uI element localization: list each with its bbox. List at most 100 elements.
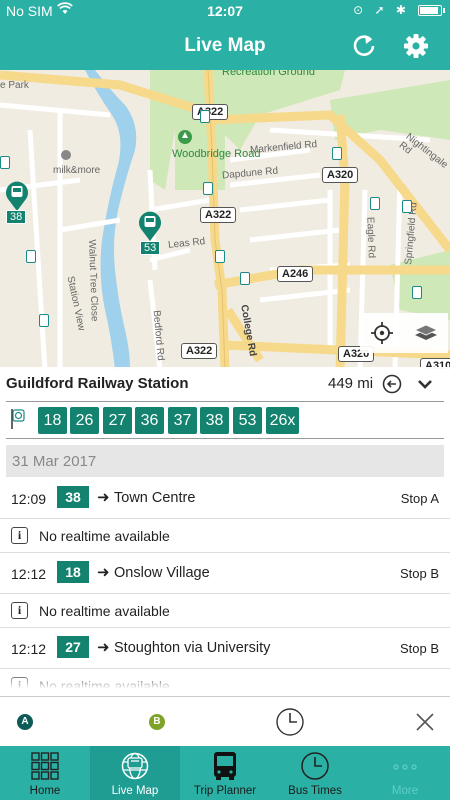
panel-fade — [0, 672, 450, 696]
departure-row[interactable]: 12:09 38 ➜ Town Centre Stop A — [0, 480, 450, 518]
departure-destination: Town Centre — [114, 490, 196, 506]
page-title: Live Map — [184, 35, 266, 56]
tab-trip-planner[interactable]: Trip Planner — [180, 746, 270, 800]
stop-name: Guildford Railway Station — [6, 375, 189, 392]
park-icon — [178, 130, 192, 144]
info-icon: i — [11, 527, 28, 544]
gear-icon[interactable] — [402, 32, 430, 60]
departure-row[interactable]: 12:12 18 ➜ Onslow Village Stop B — [0, 555, 450, 593]
departure-stop: Stop B — [399, 566, 439, 581]
tab-live-map[interactable]: Live Map — [90, 746, 180, 800]
realtime-info-row: i No realtime available — [0, 594, 450, 628]
route-badge[interactable]: 18 — [38, 407, 67, 434]
bus-stop-icon[interactable] — [203, 182, 213, 195]
realtime-message: No realtime available — [39, 528, 170, 544]
stop-routes-row: 18 26 27 36 37 38 53 26x — [6, 401, 444, 439]
route-badge[interactable]: 36 — [135, 407, 164, 434]
bus-stop-icon[interactable] — [240, 272, 250, 285]
globe-map-icon — [121, 752, 149, 780]
nav-bar: Live Map — [0, 22, 450, 70]
more-dots-icon — [393, 764, 417, 770]
bus-pin-icon[interactable] — [4, 180, 30, 212]
origin-a-marker[interactable]: A — [17, 714, 33, 730]
layers-icon — [414, 324, 438, 340]
info-icon: i — [11, 602, 28, 619]
arrow-right-icon: ➜ — [97, 564, 110, 581]
battery-icon — [418, 5, 445, 16]
arrow-right-icon: ➜ — [97, 489, 110, 506]
bus-icon — [214, 752, 236, 780]
departure-time: 12:12 — [11, 641, 47, 657]
bus-stop-icon[interactable] — [370, 197, 380, 210]
tab-home[interactable]: Home — [0, 746, 90, 800]
departure-destination: Onslow Village — [114, 565, 210, 581]
grid-icon — [31, 752, 59, 780]
shop-icon — [61, 150, 71, 160]
road-shield-a322: A322 — [192, 104, 229, 120]
stop-header[interactable]: Guildford Railway Station 449 mi — [0, 367, 450, 401]
departure-stop: Stop B — [399, 641, 439, 656]
route-badge[interactable]: 26x — [266, 407, 299, 434]
tab-label: Trip Planner — [193, 785, 257, 797]
tab-more[interactable]: More — [360, 746, 450, 800]
clock-icon — [301, 752, 329, 780]
road-shield-a320: A320 — [322, 167, 359, 183]
tab-label: Bus Times — [288, 785, 342, 797]
bus-stop-icon[interactable] — [412, 286, 422, 299]
map-layers-button[interactable] — [404, 313, 448, 353]
crosshair-icon — [371, 322, 393, 344]
departure-row[interactable]: 12:12 27 ➜ Stoughton via University Stop B — [0, 630, 450, 668]
tab-bus-times[interactable]: Bus Times — [270, 746, 360, 800]
bus-stop-icon[interactable] — [39, 314, 49, 327]
road-shield-a246: A246 — [277, 266, 314, 282]
realtime-info-row: i No realtime available — [0, 519, 450, 553]
road-shield-a322-bottom: A322 — [181, 343, 218, 359]
stop-flag-icon — [11, 409, 25, 429]
departure-route-badge: 38 — [57, 486, 89, 508]
departure-destination: Stoughton via University — [114, 640, 271, 656]
date-label: 31 Mar 2017 — [12, 453, 97, 470]
route-badge[interactable]: 26 — [70, 407, 99, 434]
departure-route-badge: 18 — [57, 561, 89, 583]
locate-me-button[interactable] — [360, 313, 404, 353]
bus-stop-icon[interactable] — [402, 200, 412, 213]
bus-pin-route-label: 38 — [6, 210, 27, 224]
bus-stop-icon[interactable] — [215, 250, 225, 263]
arrow-back-circle-icon[interactable] — [382, 374, 402, 394]
map-label-milk: milk&more — [53, 165, 101, 176]
chevron-down-icon[interactable] — [416, 375, 434, 393]
system-status-icons: ⊙ ➚ ✱ — [353, 3, 410, 17]
arrow-right-icon: ➜ — [97, 639, 110, 656]
departure-time: 12:09 — [11, 491, 47, 507]
route-badge[interactable]: 38 — [200, 407, 229, 434]
road-shield-a322-mid: A322 — [200, 207, 237, 223]
status-bar: No SIM 12:07 ⊙ ➚ ✱ — [0, 0, 450, 22]
departure-route-badge: 27 — [57, 636, 89, 658]
refresh-icon[interactable] — [350, 32, 378, 60]
bus-stop-icon[interactable] — [26, 250, 36, 263]
close-icon[interactable] — [415, 712, 435, 732]
departure-stop: Stop A — [400, 491, 439, 506]
trip-bar: A B — [0, 696, 450, 746]
bus-pin-route-label: 53 — [140, 241, 161, 255]
route-badge[interactable]: 27 — [103, 407, 132, 434]
realtime-message: No realtime available — [39, 603, 170, 619]
destination-b-marker[interactable]: B — [149, 714, 165, 730]
bus-pin-icon[interactable] — [137, 210, 163, 242]
time-clock-icon[interactable] — [275, 707, 305, 737]
bus-stop-icon[interactable] — [332, 147, 342, 160]
tab-label: More — [391, 785, 419, 797]
departure-time: 12:12 — [11, 566, 47, 582]
stop-distance: 449 mi — [328, 375, 374, 392]
bus-stop-icon[interactable] — [200, 110, 210, 123]
live-map[interactable]: Recreation Ground e Park Woodbridge Road… — [0, 70, 450, 370]
bus-stop-icon[interactable] — [0, 156, 10, 169]
map-label-woodbridge: Woodbridge Road — [172, 148, 261, 160]
map-label-eagle: Eagle Rd — [364, 216, 377, 259]
tab-bar: Home Live Map Trip Planner Bus Times Mor… — [0, 746, 450, 800]
route-badge[interactable]: 37 — [168, 407, 197, 434]
route-badge[interactable]: 53 — [233, 407, 262, 434]
map-label-park: e Park — [0, 80, 29, 91]
date-header: 31 Mar 2017 — [6, 445, 444, 477]
map-label-recreation: Recreation Ground — [222, 70, 315, 78]
